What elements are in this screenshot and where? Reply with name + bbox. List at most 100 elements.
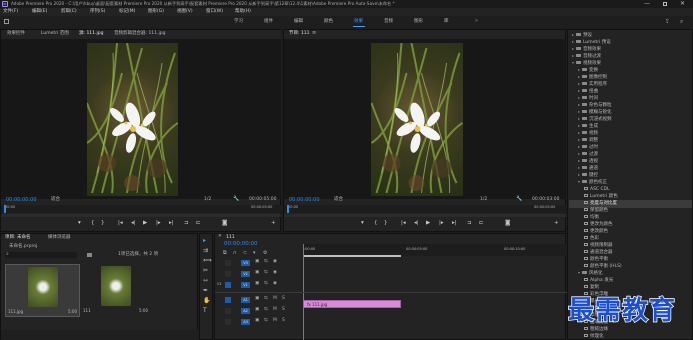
- pen-tool-icon[interactable]: ✒: [203, 288, 208, 294]
- step-back-icon[interactable]: ◂|: [414, 220, 419, 227]
- timeline-timecode[interactable]: 00:00:00:00: [224, 241, 258, 248]
- menu-item-7[interactable]: 窗口(W): [206, 9, 223, 15]
- panel-menu-icon[interactable]: ≡: [312, 31, 316, 36]
- workspace-tab-1[interactable]: 组件: [264, 19, 273, 25]
- source-timecode[interactable]: 00:00:00:00: [6, 198, 37, 203]
- type-tool-icon[interactable]: T: [203, 308, 207, 314]
- tab-timeline[interactable]: 111: [226, 235, 235, 241]
- share-icon[interactable]: ⇪: [665, 19, 670, 25]
- sync-lock-icon[interactable]: ⇆: [264, 281, 268, 287]
- source-fit-dropdown[interactable]: 适合: [51, 197, 60, 203]
- add-marker-icon[interactable]: ▾: [253, 251, 256, 256]
- go-to-out-icon[interactable]: ▸|: [452, 220, 457, 227]
- track-target-V2[interactable]: [225, 271, 231, 277]
- expand-arrow-open-icon[interactable]: [578, 271, 580, 274]
- insert-icon[interactable]: ⊐: [467, 220, 472, 227]
- step-forward-icon[interactable]: |▸: [156, 220, 161, 227]
- export-frame-icon[interactable]: ◙: [222, 220, 227, 227]
- close-button[interactable]: ✕: [680, 1, 685, 7]
- track-select-icon[interactable]: ⇉: [203, 248, 208, 254]
- timeline-close-icon[interactable]: ✕: [218, 234, 222, 240]
- lock-icon[interactable]: ▣: [255, 281, 259, 287]
- settings-icon[interactable]: ⚙: [263, 251, 267, 256]
- workspace-tab-2[interactable]: 编辑: [294, 19, 303, 25]
- in-point-icon[interactable]: {: [374, 220, 378, 227]
- track-target-A3[interactable]: [225, 319, 231, 325]
- tab-source[interactable]: 源: 111.jpg: [79, 31, 103, 37]
- go-to-in-icon[interactable]: |◂: [118, 220, 123, 227]
- expand-arrow-icon[interactable]: [578, 138, 580, 141]
- track-label-A3[interactable]: A3: [241, 319, 250, 325]
- lock-icon[interactable]: ▣: [255, 259, 259, 265]
- mute-icon[interactable]: M: [273, 318, 277, 324]
- home-icon[interactable]: [4, 19, 9, 24]
- expand-arrow-icon[interactable]: [572, 54, 574, 57]
- menu-item-2[interactable]: 剪辑(C): [61, 9, 77, 15]
- sync-lock-icon[interactable]: ⇆: [264, 270, 268, 276]
- step-forward-icon[interactable]: |▸: [439, 220, 444, 227]
- track-label-V3[interactable]: V3: [241, 260, 250, 266]
- expand-arrow-icon[interactable]: [578, 110, 580, 113]
- solo-icon[interactable]: S: [282, 307, 285, 313]
- workspace-tab-6[interactable]: 图形: [414, 19, 423, 25]
- in-point-icon[interactable]: {: [91, 220, 95, 227]
- solo-icon[interactable]: S: [282, 296, 285, 302]
- expand-arrow-open-icon[interactable]: [572, 61, 574, 64]
- menu-item-3[interactable]: 序列(S): [90, 9, 105, 15]
- project-search-input[interactable]: ⌕: [5, 252, 77, 258]
- expand-arrow-icon[interactable]: [578, 152, 580, 155]
- go-to-in-icon[interactable]: |◂: [401, 220, 406, 227]
- out-point-icon[interactable]: }: [101, 220, 105, 227]
- marker-icon[interactable]: ▾: [361, 220, 364, 227]
- lock-icon[interactable]: ▣: [255, 270, 259, 276]
- nest-icon[interactable]: ⧉: [223, 251, 227, 256]
- insert-icon[interactable]: ⊐: [184, 220, 189, 227]
- track-target-V1[interactable]: [225, 282, 231, 288]
- expand-arrow-icon[interactable]: [572, 40, 574, 43]
- expand-arrow-icon[interactable]: [578, 68, 580, 71]
- program-wrench-icon[interactable]: 🔧: [516, 197, 522, 202]
- expand-arrow-icon[interactable]: [578, 96, 580, 99]
- sync-lock-icon[interactable]: ⇆: [264, 307, 268, 313]
- tab-effect-controls[interactable]: 效果控件: [7, 31, 25, 37]
- expand-arrow-icon[interactable]: [578, 173, 580, 176]
- source-zoom-bar[interactable]: [1, 214, 281, 217]
- tab-project[interactable]: 项目: 未命名: [5, 235, 30, 241]
- project-item-2[interactable]: 111 5:00: [81, 264, 151, 317]
- maximize-button[interactable]: [663, 2, 667, 6]
- project-item-1[interactable]: 111.jpg 5:00: [5, 264, 80, 317]
- wrench-icon[interactable]: 🔧: [233, 197, 239, 202]
- mute-icon[interactable]: M: [273, 307, 277, 313]
- expand-arrow-icon[interactable]: [578, 82, 580, 85]
- tab-audio-clip-mixer[interactable]: 音频剪辑混合器: 111.jpg: [114, 31, 165, 37]
- program-playhead[interactable]: [287, 205, 289, 213]
- expand-arrow-open-icon[interactable]: [578, 180, 580, 183]
- eye-icon[interactable]: ◉: [273, 270, 277, 276]
- menu-item-0[interactable]: 文件(F): [3, 9, 18, 15]
- source-ratio-dropdown[interactable]: 1/2: [204, 197, 211, 203]
- eye-icon[interactable]: ◉: [273, 281, 277, 287]
- slip-tool-icon[interactable]: ⇿: [203, 278, 208, 284]
- sync-lock-icon[interactable]: ⇆: [264, 259, 268, 265]
- expand-arrow-icon[interactable]: [578, 166, 580, 169]
- solo-icon[interactable]: S: [282, 318, 285, 324]
- tab-program[interactable]: 节目: 111: [289, 31, 310, 37]
- razor-tool-icon[interactable]: ✂: [203, 268, 208, 274]
- marker-icon[interactable]: ▾: [78, 220, 81, 227]
- timeline-clip[interactable]: fx 111.jpg: [303, 300, 401, 308]
- expand-arrow-icon[interactable]: [578, 145, 580, 148]
- expand-arrow-icon[interactable]: [578, 89, 580, 92]
- tab-media-browser[interactable]: 媒体浏览器: [48, 235, 71, 241]
- workspace-menu-icon[interactable]: »: [475, 19, 478, 24]
- sync-lock-icon[interactable]: ⇆: [264, 296, 268, 302]
- lock-icon[interactable]: ▣: [255, 318, 259, 324]
- workspace-tab-4[interactable]: 效果: [354, 19, 363, 25]
- menu-item-4[interactable]: 标记(M): [119, 9, 135, 15]
- program-ratio-dropdown[interactable]: 1/2: [480, 197, 487, 203]
- expand-arrow-icon[interactable]: [578, 159, 580, 162]
- expand-arrow-icon[interactable]: [578, 124, 580, 127]
- out-point-icon[interactable]: }: [384, 220, 388, 227]
- expand-arrow-icon[interactable]: [578, 103, 580, 106]
- expand-arrow-icon[interactable]: [572, 33, 574, 36]
- go-to-out-icon[interactable]: ▸|: [169, 220, 174, 227]
